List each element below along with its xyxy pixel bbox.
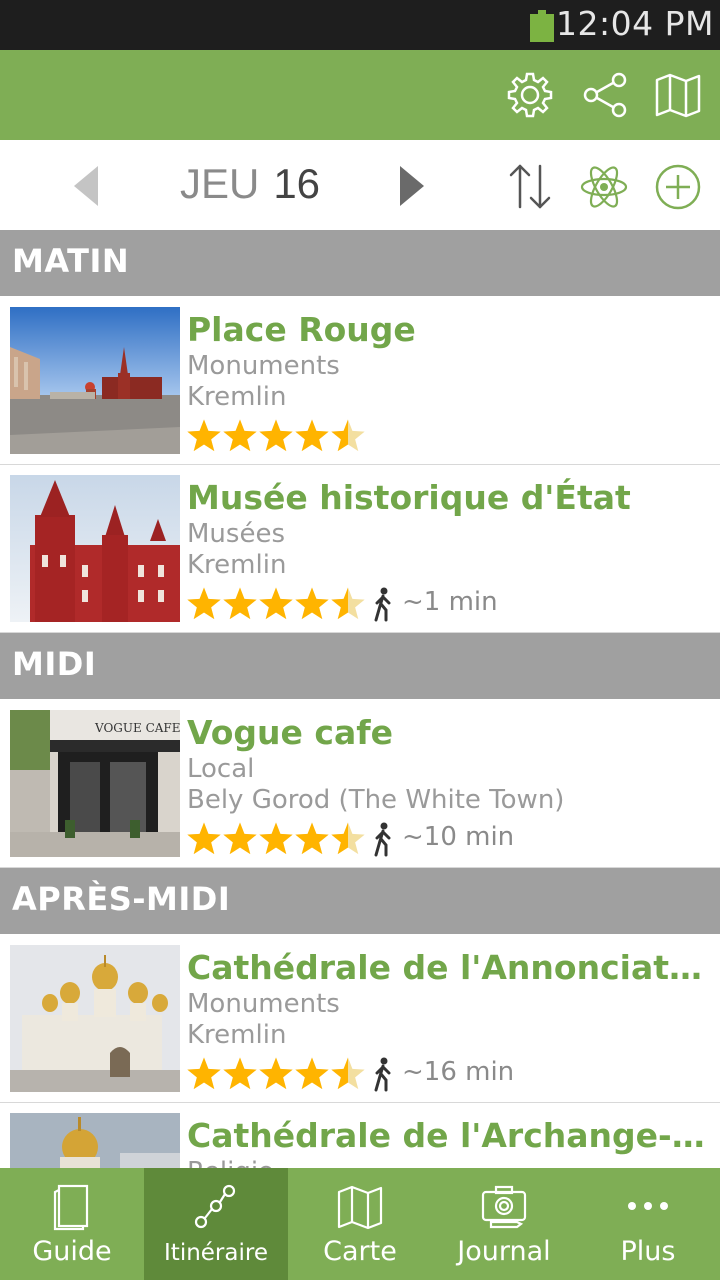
item-area: Kremlin	[187, 382, 287, 412]
star-full-icon	[295, 419, 329, 452]
settings-gear-icon[interactable]	[505, 70, 555, 120]
nav-label: Itinéraire	[164, 1240, 268, 1266]
item-title[interactable]: Vogue cafe	[187, 713, 712, 752]
star-full-icon	[295, 1057, 329, 1090]
nav-label: Plus	[620, 1236, 676, 1267]
walk-time: ~16 min	[402, 1057, 515, 1087]
section-title: MIDI	[12, 645, 97, 683]
item-category: Monuments	[187, 989, 340, 1019]
item-area: Kremlin	[187, 550, 287, 580]
walking-person-icon	[374, 587, 391, 622]
star-full-icon	[259, 587, 293, 620]
walk-time: ~10 min	[402, 822, 515, 852]
item-area: Bely Gorod (The White Town)	[187, 785, 565, 815]
nav-journal[interactable]: Journal	[432, 1168, 576, 1280]
nav-label: Guide	[32, 1236, 112, 1267]
star-full-icon	[259, 419, 293, 452]
star-full-icon	[223, 419, 257, 452]
rating-stars	[187, 1057, 365, 1090]
place-rouge-photo	[10, 307, 180, 454]
musee-historique-photo	[10, 475, 180, 622]
star-full-icon	[259, 1057, 293, 1090]
section-title: APRÈS-MIDI	[12, 880, 231, 918]
item-title[interactable]: Cathédrale de l'Archange-Sai...	[187, 1116, 712, 1155]
star-full-icon	[295, 587, 329, 620]
rating-stars	[187, 587, 365, 620]
more-dots-icon	[628, 1202, 668, 1210]
itinerary-route-icon	[194, 1184, 236, 1229]
day-name: JEU	[179, 160, 260, 207]
nav-itinerary[interactable]: Itinéraire	[144, 1168, 288, 1280]
star-full-icon	[259, 822, 293, 855]
nav-label: Carte	[323, 1236, 397, 1267]
section-title: MATIN	[12, 242, 130, 280]
day-label: JEU 16	[150, 160, 350, 208]
svg-text:VOGUE CAFE: VOGUE CAFE	[94, 721, 180, 735]
walk-time: ~1 min	[402, 587, 498, 617]
section-header-apres-midi: APRÈS-MIDI	[0, 868, 720, 934]
section-header-midi: MIDI	[0, 633, 720, 699]
guide-book-icon	[53, 1184, 89, 1231]
rating-stars	[187, 419, 365, 452]
walking-person-icon	[374, 822, 391, 857]
add-circle-icon[interactable]	[653, 162, 703, 212]
status-bar: 12:04 PM	[0, 0, 720, 50]
map-icon[interactable]	[653, 70, 703, 120]
star-full-icon	[223, 1057, 257, 1090]
nav-more[interactable]: Plus	[576, 1168, 720, 1280]
item-category: Local	[187, 754, 255, 784]
day-selector: JEU 16	[0, 140, 720, 230]
status-clock: 12:04 PM	[556, 4, 714, 43]
item-title[interactable]: Place Rouge	[187, 310, 712, 349]
item-category: Musées	[187, 519, 285, 549]
bottom-navigation: Guide Itinéraire Carte Journal Plus	[0, 1168, 720, 1280]
action-bar	[0, 50, 720, 140]
star-full-icon	[187, 587, 221, 620]
star-full-icon	[223, 587, 257, 620]
item-category: Monuments	[187, 351, 340, 381]
list-item[interactable]: Musée historique d'État Musées Kremlin ~…	[0, 465, 720, 633]
cathedrale-annonciation-photo	[10, 945, 180, 1092]
next-day-arrow-icon[interactable]	[392, 164, 432, 208]
nav-label: Journal	[457, 1236, 551, 1267]
atom-icon[interactable]	[579, 162, 629, 212]
item-area: Kremlin	[187, 1020, 287, 1050]
day-number: 16	[273, 160, 321, 207]
prev-day-arrow-icon[interactable]	[70, 164, 110, 208]
star-full-icon	[187, 1057, 221, 1090]
section-header-matin: MATIN	[0, 230, 720, 296]
share-icon[interactable]	[580, 70, 630, 120]
star-full-icon	[187, 822, 221, 855]
item-title[interactable]: Cathédrale de l'Annonciation	[187, 948, 712, 987]
list-item[interactable]: Cathédrale de l'Annonciation Monuments K…	[0, 934, 720, 1103]
nav-guide[interactable]: Guide	[0, 1168, 144, 1280]
star-full-icon	[295, 822, 329, 855]
map-icon	[337, 1185, 383, 1230]
camera-journal-icon	[481, 1185, 527, 1229]
sort-icon[interactable]	[505, 162, 555, 212]
star-full-icon	[223, 822, 257, 855]
list-item[interactable]: VOGUE CAFE Vogue cafe Local Bely Gorod (…	[0, 699, 720, 868]
vogue-cafe-photo: VOGUE CAFE	[10, 710, 180, 857]
star-full-icon	[187, 419, 221, 452]
rating-stars	[187, 822, 365, 855]
walking-person-icon	[374, 1057, 391, 1092]
list-item[interactable]: Place Rouge Monuments Kremlin	[0, 296, 720, 465]
battery-full-icon	[530, 10, 554, 42]
nav-map[interactable]: Carte	[288, 1168, 432, 1280]
item-title[interactable]: Musée historique d'État	[187, 478, 712, 517]
